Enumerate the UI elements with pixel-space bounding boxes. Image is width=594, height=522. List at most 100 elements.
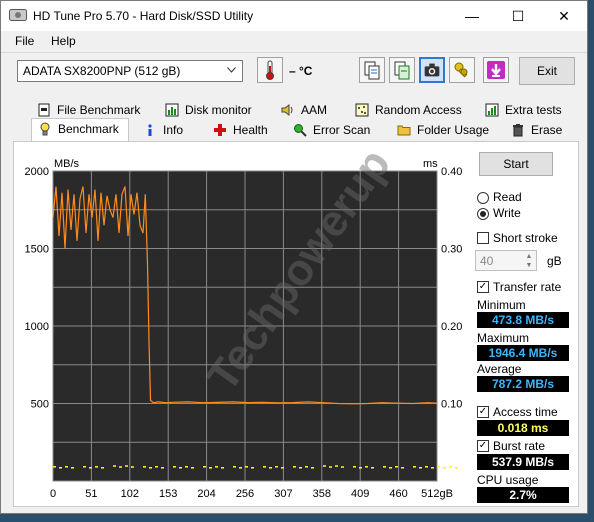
y-left-tick-label: 500: [31, 399, 49, 411]
access-time-point: [125, 465, 128, 467]
short-stroke-value: 40: [480, 254, 494, 268]
access-time-point: [245, 466, 248, 468]
drive-select-value: ADATA SX8200PNP (512 gB): [23, 64, 181, 78]
access-time-point: [383, 466, 386, 468]
x-tick-label: 102: [121, 488, 139, 500]
y-left-tick-label: 1000: [25, 321, 49, 333]
benchmark-chart: TechpowerupMB/s ms2000150010005000.400.30…: [25, 151, 463, 500]
app-window: HD Tune Pro 5.70 - Hard Disk/SSD Utility…: [0, 0, 588, 514]
tab-benchmark-label: Benchmark: [58, 122, 119, 136]
tab-aam[interactable]: AAM: [275, 100, 345, 120]
access-time-point: [455, 467, 458, 469]
burst-rate-checkbox[interactable]: ✓: [477, 440, 489, 452]
screenshot-button[interactable]: [419, 57, 445, 83]
access-time-point: [299, 467, 302, 469]
tab-error-scan-label: Error Scan: [313, 123, 371, 137]
tab-erase[interactable]: Erase: [505, 120, 573, 140]
tab-benchmark[interactable]: Benchmark: [31, 118, 129, 141]
error-scan-icon: [294, 124, 307, 137]
app-disk-icon: [9, 9, 27, 21]
exit-button[interactable]: Exit: [519, 57, 575, 85]
access-time-point: [395, 466, 398, 468]
drive-select[interactable]: ADATA SX8200PNP (512 gB): [17, 60, 243, 82]
minimize-button[interactable]: —: [449, 1, 495, 31]
tab-info[interactable]: Info: [137, 120, 199, 140]
menu-file[interactable]: File: [15, 34, 34, 48]
access-time-point: [83, 466, 86, 468]
minimum-label: Minimum: [477, 298, 526, 312]
info-icon: [148, 124, 152, 136]
start-button[interactable]: Start: [479, 152, 553, 176]
tab-erase-label: Erase: [531, 123, 563, 137]
benchmark-bulb-icon: [40, 122, 50, 136]
speaker-icon: [281, 104, 293, 116]
temperature-button[interactable]: [257, 57, 283, 83]
access-time-point: [161, 467, 164, 469]
access-time-point: [71, 467, 74, 469]
disk-monitor-icon: [165, 103, 179, 117]
access-time-point: [209, 467, 212, 469]
tab-random-access[interactable]: Random Access: [349, 100, 473, 120]
access-time-point: [401, 467, 404, 469]
options-button[interactable]: [449, 57, 475, 83]
tab-error-scan[interactable]: Error Scan: [287, 120, 387, 140]
thermometer-icon: [266, 60, 274, 80]
short-stroke-checkbox[interactable]: [477, 232, 489, 244]
screenshot-camera-icon: [424, 63, 440, 77]
access-time-point: [65, 466, 68, 468]
maximum-label: Maximum: [477, 331, 530, 345]
access-time-point: [365, 466, 368, 468]
access-time-point: [131, 466, 134, 468]
copy-info-button[interactable]: [359, 57, 385, 83]
access-time-point: [203, 466, 206, 468]
access-time-point: [329, 466, 332, 468]
transfer-rate-checkbox[interactable]: ✓: [477, 281, 489, 293]
y-right-tick-label: 0.30: [441, 244, 462, 256]
folder-icon: [397, 125, 411, 136]
tab-folder-usage[interactable]: Folder Usage: [391, 120, 497, 140]
tab-disk-monitor[interactable]: Disk monitor: [159, 100, 271, 120]
menu-bar: File Help: [1, 31, 587, 51]
x-tick-label: 512gB: [421, 488, 453, 500]
random-access-icon: [355, 103, 369, 117]
y-left-tick-label: 1500: [25, 244, 49, 256]
y-right-tick-label: 0.40: [441, 166, 462, 178]
x-tick-label: 153: [159, 488, 177, 500]
file-benchmark-icon: [38, 103, 50, 117]
tab-extra-tests[interactable]: Extra tests: [479, 100, 575, 120]
access-time-point: [179, 467, 182, 469]
transfer-rate-label: Transfer rate: [493, 280, 562, 294]
close-button[interactable]: ✕: [541, 1, 587, 31]
maximize-button[interactable]: ☐: [495, 1, 541, 31]
spin-up-icon[interactable]: ▲: [523, 252, 535, 261]
access-time-point: [311, 467, 314, 469]
extra-tests-icon: [485, 103, 499, 117]
access-time-point: [59, 467, 62, 469]
save-text-button[interactable]: [389, 57, 415, 83]
short-stroke-spinner[interactable]: 40 ▲ ▼: [475, 250, 537, 271]
access-time-point: [101, 467, 104, 469]
y-right-tick-label: 0.20: [441, 321, 462, 333]
read-radio[interactable]: [477, 192, 489, 204]
tab-health[interactable]: Health: [207, 120, 283, 140]
access-time-point: [263, 466, 266, 468]
access-time-point: [275, 466, 278, 468]
write-radio[interactable]: [477, 208, 489, 220]
tab-file-benchmark[interactable]: File Benchmark: [31, 100, 153, 120]
access-time-point: [215, 466, 218, 468]
y-left-tick-label: 2000: [25, 166, 49, 178]
access-time-checkbox[interactable]: ✓: [477, 406, 489, 418]
access-time-point: [233, 466, 236, 468]
tab-file-benchmark-label: File Benchmark: [57, 103, 141, 117]
average-label: Average: [477, 362, 522, 376]
write-radio-label: Write: [493, 206, 521, 220]
x-tick-label: 51: [85, 488, 97, 500]
access-time-label: Access time: [493, 405, 558, 419]
title-bar: HD Tune Pro 5.70 - Hard Disk/SSD Utility…: [1, 1, 587, 31]
menu-help[interactable]: Help: [51, 34, 76, 48]
access-time-point: [293, 466, 296, 468]
temperature-readout: – °C: [289, 64, 313, 78]
spin-down-icon[interactable]: ▼: [523, 261, 535, 270]
download-button[interactable]: [483, 57, 509, 83]
x-tick-label: 307: [274, 488, 292, 500]
